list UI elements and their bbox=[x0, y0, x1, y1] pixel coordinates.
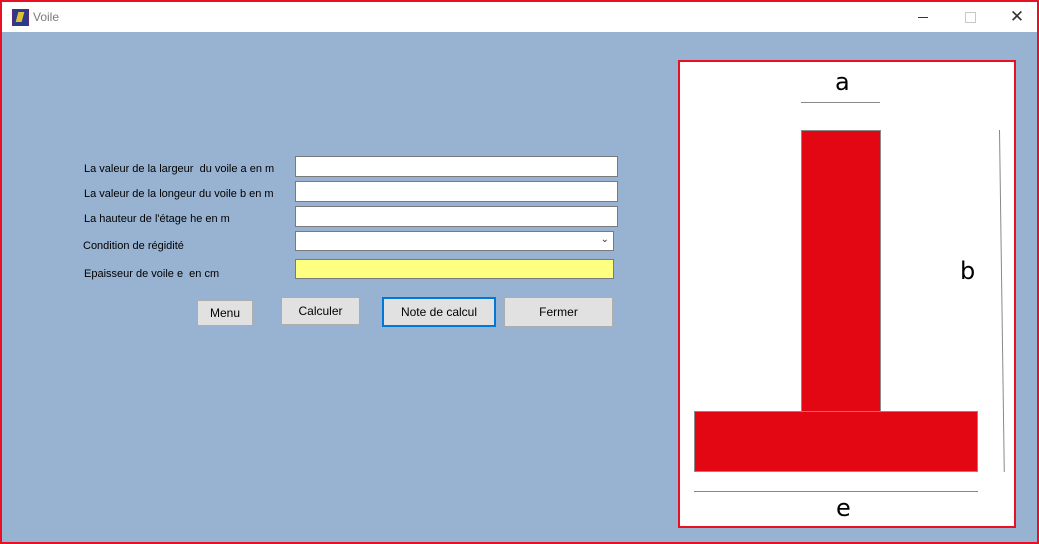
wall-web bbox=[801, 130, 881, 412]
label-b: b bbox=[960, 257, 976, 285]
diagram-panel: a b e bbox=[678, 60, 1016, 528]
wall-flange bbox=[694, 411, 978, 472]
longueur-label: La valeur de la longeur du voile b en m bbox=[84, 188, 274, 200]
window-title: Voile bbox=[33, 10, 60, 24]
app-icon bbox=[12, 9, 29, 26]
calculer-button[interactable]: Calculer bbox=[281, 297, 360, 325]
condition-label: Condition de régidité bbox=[83, 240, 184, 252]
largeur-input[interactable] bbox=[295, 156, 618, 177]
voile-window: Voile ✕ La valeur de la largeur du voile… bbox=[0, 0, 1039, 544]
dimension-line-a bbox=[801, 102, 880, 103]
maximize-button[interactable] bbox=[947, 2, 993, 32]
dimension-line-e bbox=[694, 491, 978, 492]
largeur-label: La valeur de la largeur du voile a en m bbox=[84, 163, 275, 175]
hauteur-input[interactable] bbox=[295, 206, 618, 227]
dimension-line-b bbox=[999, 129, 1005, 472]
maximize-icon bbox=[964, 11, 976, 23]
close-icon: ✕ bbox=[1009, 6, 1025, 27]
note-de-calcul-button[interactable]: Note de calcul bbox=[382, 297, 496, 327]
menu-button[interactable]: Menu bbox=[197, 300, 253, 326]
chevron-down-icon: ⌄ bbox=[600, 234, 609, 245]
condition-select[interactable]: ⌄ bbox=[295, 231, 614, 251]
hauteur-label: La hauteur de l'étage he en m bbox=[84, 213, 230, 225]
label-a: a bbox=[835, 68, 850, 96]
minimize-button[interactable] bbox=[900, 2, 946, 32]
title-bar: Voile ✕ bbox=[2, 2, 1037, 32]
label-e: e bbox=[836, 494, 851, 522]
fermer-button[interactable]: Fermer bbox=[504, 297, 613, 327]
epaisseur-label: Epaisseur de voile e en cm bbox=[84, 268, 220, 280]
epaisseur-output bbox=[295, 259, 614, 279]
close-button[interactable]: ✕ bbox=[994, 2, 1037, 32]
minimize-icon bbox=[918, 16, 928, 18]
longueur-input[interactable] bbox=[295, 181, 618, 202]
